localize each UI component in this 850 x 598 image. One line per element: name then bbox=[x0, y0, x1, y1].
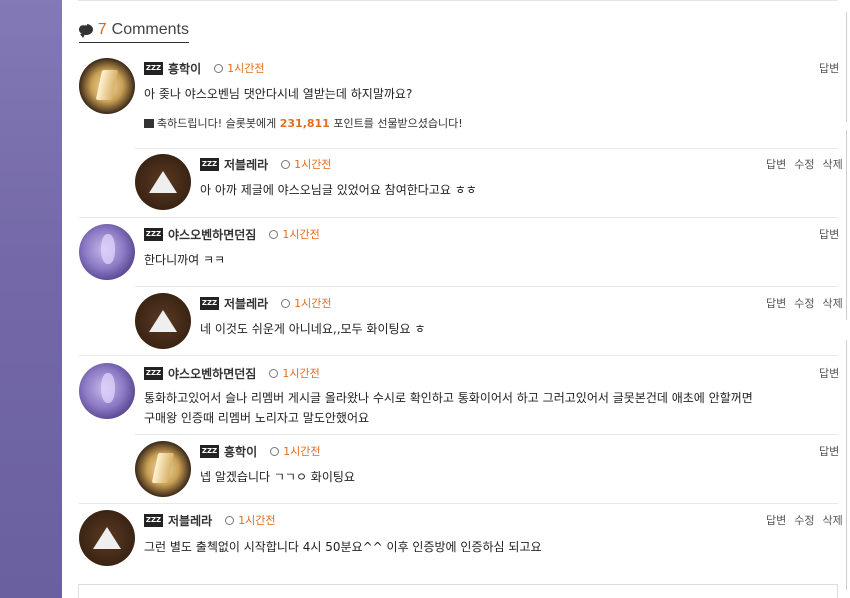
author-name[interactable]: 저블레라 bbox=[224, 295, 268, 312]
top-divider bbox=[78, 0, 838, 1]
comment-actions: 답변 bbox=[819, 60, 839, 76]
divider bbox=[79, 217, 838, 218]
comment-meta: ZZZ 야스오벤하면던짐 1시간전 bbox=[144, 365, 320, 381]
reply-button[interactable]: 답변 bbox=[819, 443, 839, 459]
comment-actions: 답변 bbox=[819, 226, 839, 242]
reply-button[interactable]: 답변 bbox=[819, 60, 839, 76]
comment-text: 아 좆나 야스오벤님 댓안다시네 열받는데 하지말까요? bbox=[144, 87, 413, 101]
level-badge-icon: ZZZ bbox=[144, 513, 163, 527]
background-left bbox=[0, 0, 62, 598]
divider bbox=[79, 355, 838, 356]
comment-count: 7 bbox=[97, 20, 107, 38]
comment-text: 아 아까 제글에 야스오님글 있었어요 참여한다고요 ㅎㅎ bbox=[200, 183, 477, 197]
clock-icon bbox=[281, 159, 291, 169]
author-name[interactable]: 저블레라 bbox=[224, 156, 268, 173]
comment-meta: ZZZ 저블레라 1시간전 bbox=[144, 512, 276, 528]
comment-time: 1시간전 bbox=[283, 445, 321, 458]
delete-button[interactable]: 삭제 bbox=[823, 295, 843, 311]
divider bbox=[135, 148, 838, 149]
comment-time: 1시간전 bbox=[294, 158, 332, 171]
clock-icon bbox=[270, 446, 280, 456]
comment-meta: ZZZ 흥학이 1시간전 bbox=[200, 443, 320, 459]
comment-time: 1시간전 bbox=[282, 367, 320, 380]
notice-text: 축하드립니다! 슬롯봇에게 bbox=[157, 117, 277, 130]
comment-meta: ZZZ 저블레라 1시간전 bbox=[200, 295, 332, 311]
author-name[interactable]: 야스오벤하면던짐 bbox=[168, 226, 256, 243]
comments-panel: 7 Comments ZZZ 흥학이 1시간전 답변 아 좆나 야스오벤님 댓안… bbox=[62, 0, 850, 598]
edit-button[interactable]: 수정 bbox=[794, 156, 814, 172]
divider bbox=[135, 434, 838, 435]
reply-button[interactable]: 답변 bbox=[819, 226, 839, 242]
comment-meta: ZZZ 저블레라 1시간전 bbox=[200, 156, 332, 172]
level-badge-icon: ZZZ bbox=[200, 444, 219, 458]
comment-bubble-icon bbox=[79, 22, 93, 38]
avatar[interactable] bbox=[79, 363, 135, 419]
author-name[interactable]: 저블레라 bbox=[168, 512, 212, 529]
divider bbox=[79, 503, 838, 504]
clock-icon bbox=[225, 515, 235, 525]
right-edge-divider bbox=[846, 340, 847, 590]
comment-time: 1시간전 bbox=[282, 228, 320, 241]
comment-meta: ZZZ 야스오벤하면던짐 1시간전 bbox=[144, 226, 320, 242]
comment-actions: 답변 수정 삭제 bbox=[766, 295, 843, 311]
clock-icon bbox=[214, 63, 224, 73]
comment-text: 통화하고있어서 슬나 리멤버 게시글 올라왔나 수시로 확인하고 통화이어서 하… bbox=[144, 391, 753, 405]
avatar[interactable] bbox=[135, 441, 191, 497]
comment-text: 그런 별도 출첵없이 시작합니다 4시 50분요^^ 이후 인증방에 인증하심 … bbox=[144, 540, 542, 554]
reply-button[interactable]: 답변 bbox=[766, 512, 786, 528]
reply-button[interactable]: 답변 bbox=[766, 295, 786, 311]
edit-button[interactable]: 수정 bbox=[794, 512, 814, 528]
level-badge-icon: ZZZ bbox=[144, 366, 163, 380]
reply-button[interactable]: 답변 bbox=[766, 156, 786, 172]
comment-time: 1시간전 bbox=[238, 514, 276, 527]
level-badge-icon: ZZZ bbox=[200, 296, 219, 310]
comment-input-box[interactable] bbox=[78, 584, 838, 598]
level-badge-icon: ZZZ bbox=[144, 61, 163, 75]
right-edge-divider bbox=[846, 12, 847, 122]
notice-points: 231,811 bbox=[279, 117, 330, 130]
level-badge-icon: ZZZ bbox=[144, 227, 163, 241]
avatar[interactable] bbox=[79, 510, 135, 566]
clock-icon bbox=[269, 368, 279, 378]
avatar[interactable] bbox=[79, 58, 135, 114]
comment-actions: 답변 수정 삭제 bbox=[766, 156, 843, 172]
edit-button[interactable]: 수정 bbox=[794, 295, 814, 311]
delete-button[interactable]: 삭제 bbox=[823, 156, 843, 172]
comments-label: Comments bbox=[111, 20, 189, 38]
comment-text: 네 이것도 쉬운게 아니네요,,모두 화이팅요 ㅎ bbox=[200, 322, 426, 336]
comment-text: 넵 알겠습니다 ㄱㄱㅇ 화이팅요 bbox=[200, 470, 355, 484]
avatar[interactable] bbox=[79, 224, 135, 280]
delete-button[interactable]: 삭제 bbox=[823, 512, 843, 528]
comment-text-line2: 구매왕 인증때 리멤버 노리자고 말도안했어요 bbox=[144, 411, 370, 425]
gift-notice: 축하드립니다! 슬롯봇에게 231,811 포인트를 선물받으셨습니다! bbox=[144, 115, 463, 131]
notice-suffix: 포인트를 선물받으셨습니다! bbox=[333, 117, 463, 130]
avatar[interactable] bbox=[135, 154, 191, 210]
author-name[interactable]: 야스오벤하면던짐 bbox=[168, 365, 256, 382]
level-badge-icon: ZZZ bbox=[200, 157, 219, 171]
comment-actions: 답변 bbox=[819, 365, 839, 381]
clock-icon bbox=[269, 229, 279, 239]
comment-time: 1시간전 bbox=[227, 62, 265, 75]
avatar[interactable] bbox=[135, 293, 191, 349]
author-name[interactable]: 흥학이 bbox=[224, 443, 257, 460]
comment-time: 1시간전 bbox=[294, 297, 332, 310]
right-edge-divider bbox=[846, 130, 847, 320]
comment-actions: 답변 수정 삭제 bbox=[766, 512, 843, 528]
clock-icon bbox=[281, 298, 291, 308]
divider bbox=[135, 286, 838, 287]
comment-text: 한다니까여 ㅋㅋ bbox=[144, 253, 226, 267]
comment-actions: 답변 bbox=[819, 443, 839, 459]
comment-meta: ZZZ 흥학이 1시간전 bbox=[144, 60, 264, 76]
comments-header: 7 Comments bbox=[79, 17, 189, 43]
gift-icon bbox=[144, 119, 154, 128]
author-name[interactable]: 흥학이 bbox=[168, 60, 201, 77]
reply-button[interactable]: 답변 bbox=[819, 365, 839, 381]
